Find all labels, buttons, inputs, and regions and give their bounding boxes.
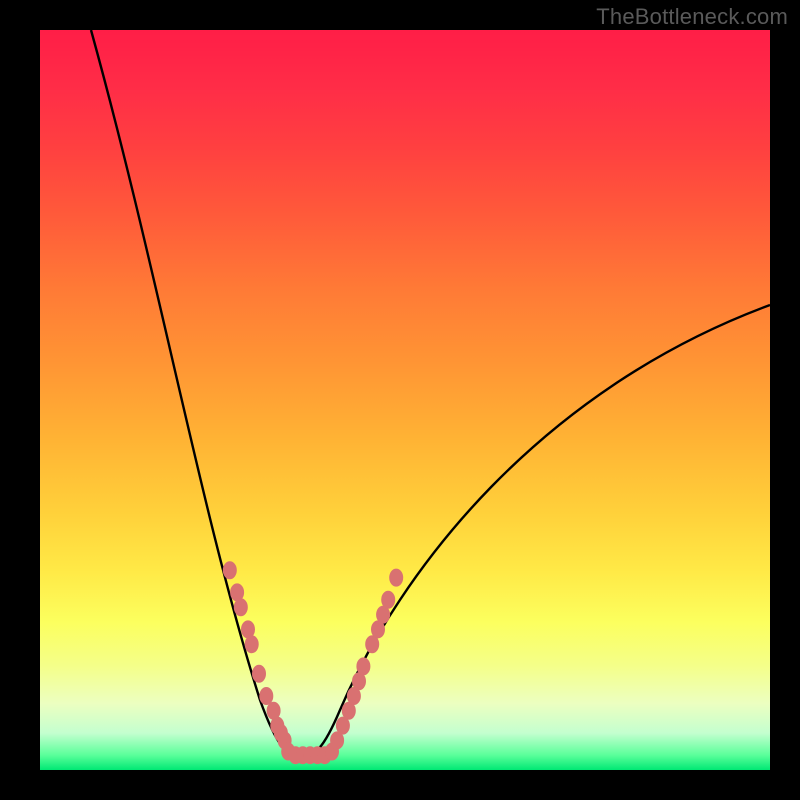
- curve-layer: [40, 30, 770, 770]
- curve-marker: [259, 687, 273, 705]
- plot-area: [40, 30, 770, 770]
- chart-frame: TheBottleneck.com: [0, 0, 800, 800]
- curve-marker: [356, 657, 370, 675]
- curve-marker: [234, 598, 248, 616]
- curve-marker: [252, 665, 266, 683]
- watermark-text: TheBottleneck.com: [596, 4, 788, 30]
- curve-marker: [223, 561, 237, 579]
- curve-marker: [245, 635, 259, 653]
- bottleneck-curve: [91, 30, 770, 756]
- curve-marker: [381, 591, 395, 609]
- curve-marker: [389, 569, 403, 587]
